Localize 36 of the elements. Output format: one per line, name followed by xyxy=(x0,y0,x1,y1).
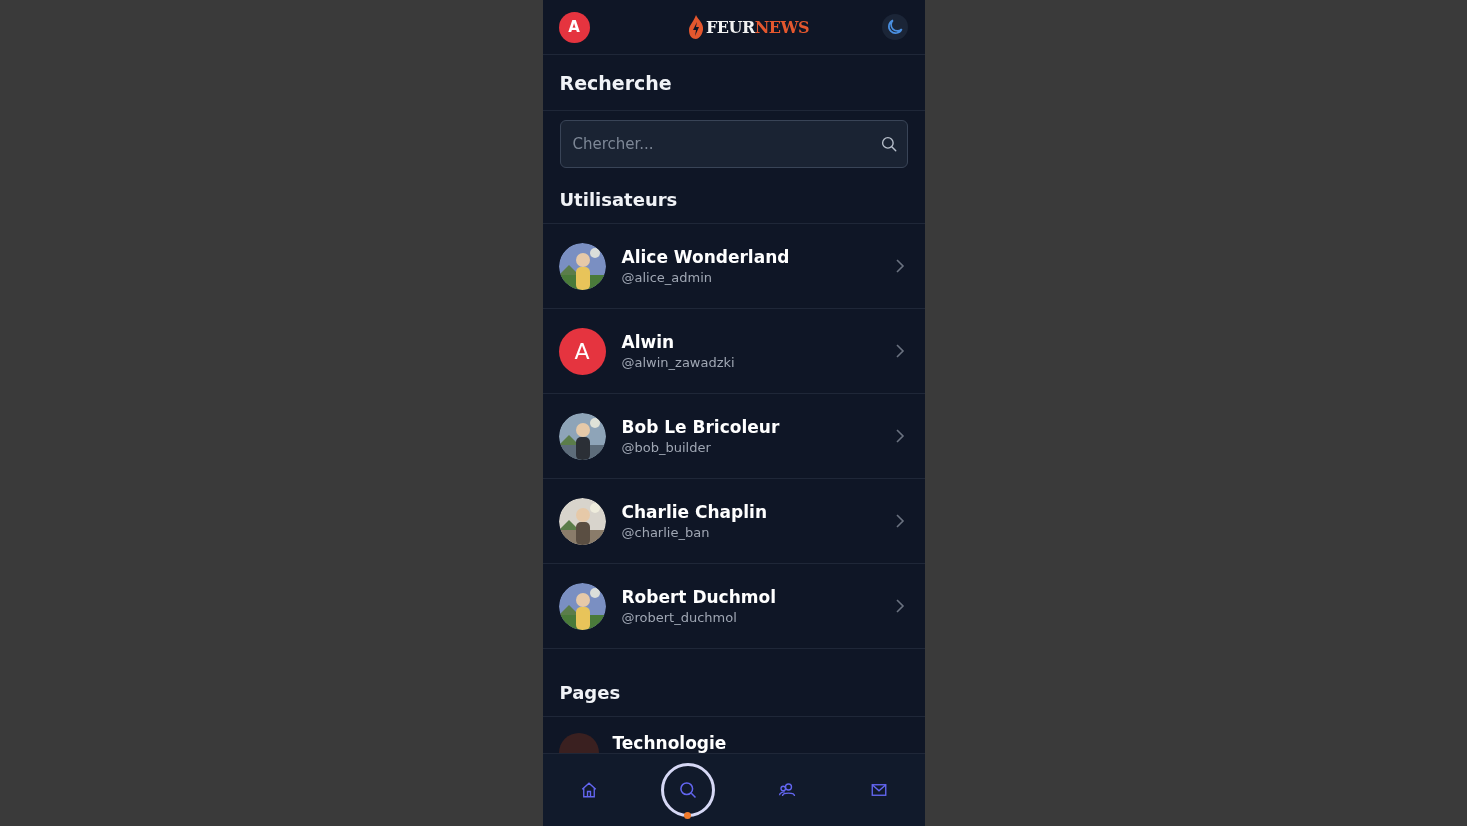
chevron-icon xyxy=(894,513,905,529)
mail-icon[interactable] xyxy=(869,781,888,799)
user-name: Alice Wonderland xyxy=(621,247,791,267)
chevron-icon xyxy=(894,598,905,614)
chevron-icon xyxy=(894,258,905,274)
user-name: Robert Duchmol xyxy=(621,587,777,607)
section-heading: Pages xyxy=(542,649,925,717)
chevron-icon xyxy=(894,428,905,444)
section-heading: Utilisateurs xyxy=(542,168,925,224)
user-handle: @bob_builder xyxy=(621,440,712,455)
user-name: Charlie Chaplin xyxy=(621,502,768,522)
user-name: Alwin xyxy=(621,332,676,352)
flame-icon xyxy=(687,15,704,39)
search-icon[interactable] xyxy=(677,780,698,800)
search-icon[interactable] xyxy=(879,135,898,153)
user-handle: @robert_duchmol xyxy=(621,610,738,625)
chevron-icon xyxy=(894,343,905,359)
user-row[interactable]: Charlie Chaplin @charlie_ban xyxy=(542,479,925,564)
profile-avatar[interactable]: A xyxy=(558,11,590,43)
active-indicator-dot xyxy=(684,812,691,819)
page-title: Recherche xyxy=(559,71,672,94)
search-field[interactable]: Chercher... xyxy=(559,120,908,168)
user-row[interactable]: Alice Wonderland @alice_admin xyxy=(542,224,925,309)
user-row[interactable]: A Alwin @alwin_zawadzki xyxy=(542,309,925,394)
search-nav-button[interactable] xyxy=(660,763,715,817)
user-handle: @alwin_zawadzki xyxy=(621,355,736,370)
user-avatar: A xyxy=(558,327,606,375)
home-icon[interactable] xyxy=(579,781,598,799)
user-name: Bob Le Bricoleur xyxy=(621,417,781,437)
user-row[interactable]: Bob Le Bricoleur @bob_builder xyxy=(542,394,925,479)
user-row[interactable]: Robert Duchmol @robert_duchmol xyxy=(542,564,925,649)
user-handle: @alice_admin xyxy=(621,270,714,285)
user-handle: @charlie_ban xyxy=(621,525,711,540)
users-icon[interactable] xyxy=(777,781,796,799)
logo-text: FEURNEWS xyxy=(705,17,810,37)
page-name: Technologie xyxy=(612,733,728,753)
